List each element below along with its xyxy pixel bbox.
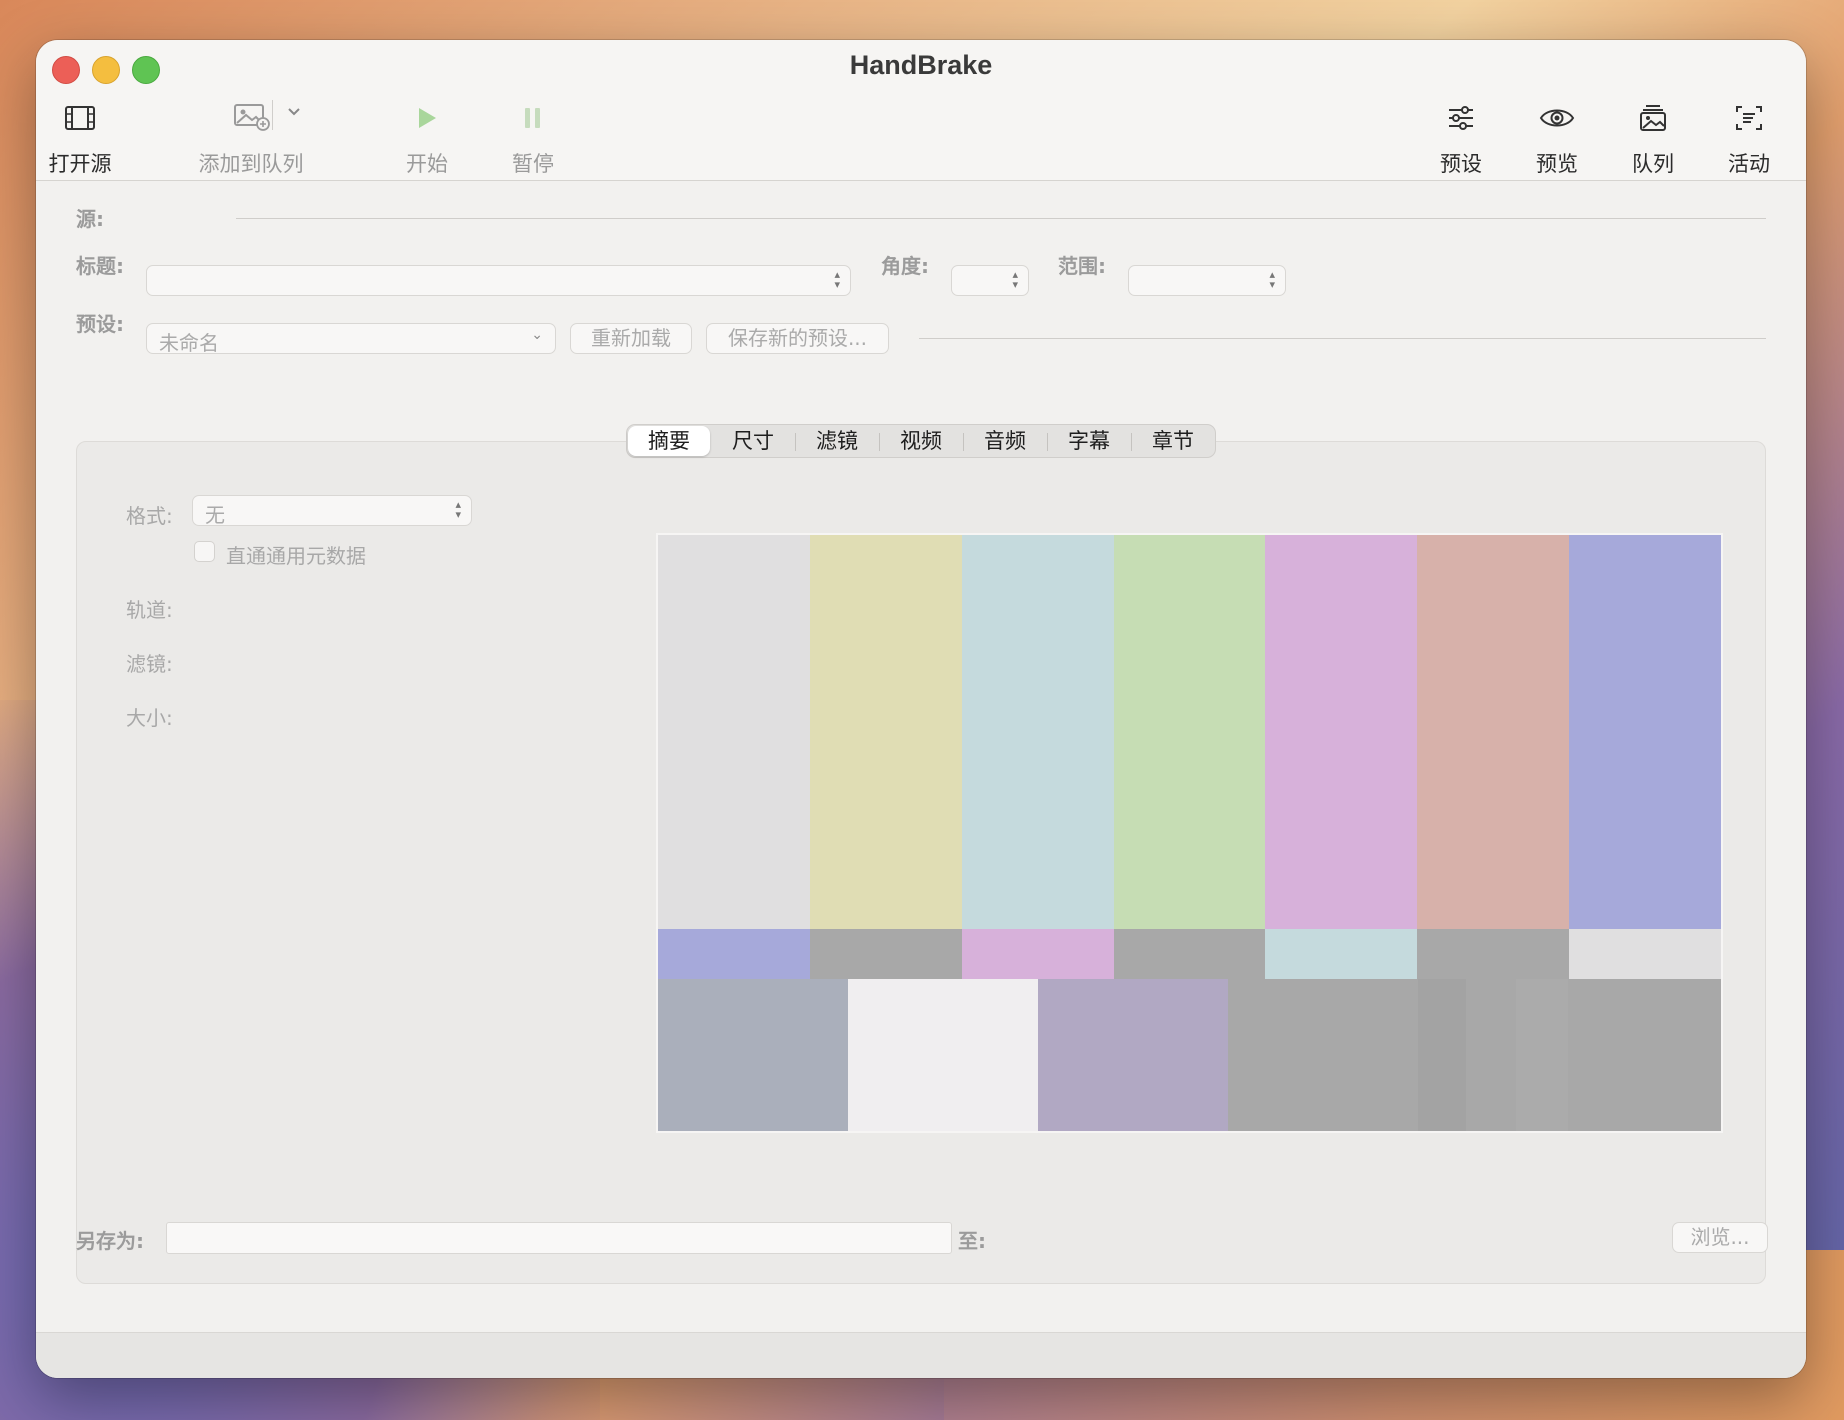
updown-arrows-icon: ▴ ▾ xyxy=(455,498,461,521)
color-bar xyxy=(810,535,962,929)
color-bar xyxy=(1568,979,1721,1131)
tab-chapters[interactable]: 章节 xyxy=(1132,425,1214,457)
play-icon xyxy=(404,98,450,138)
color-bar xyxy=(810,929,962,979)
pause-icon xyxy=(510,98,556,138)
passthru-metadata-checkbox[interactable] xyxy=(194,541,215,562)
title-bar: HandBrake 打开源 添加到队列 开始 暂停 预设 预览 队列 活动 xyxy=(36,40,1806,181)
photo-stack-icon xyxy=(1630,98,1676,138)
reload-preset-button[interactable]: 重新加载 xyxy=(570,323,692,354)
color-bar xyxy=(1417,929,1569,979)
color-bar xyxy=(1114,535,1266,929)
add-to-queue-button[interactable]: 添加到队列 xyxy=(196,98,306,178)
title-select[interactable]: ▴ ▾ xyxy=(146,265,851,296)
save-new-preset-button[interactable]: 保存新的预设... xyxy=(706,323,889,354)
color-bar xyxy=(1038,979,1228,1131)
range-label: 范围: xyxy=(1058,254,1106,278)
passthru-metadata-label: 直通通用元数据 xyxy=(226,544,366,568)
color-bar xyxy=(1417,535,1569,929)
color-bar xyxy=(658,929,810,979)
eye-icon xyxy=(1534,98,1580,138)
tab-video[interactable]: 视频 xyxy=(880,425,962,457)
color-bar xyxy=(1466,979,1516,1131)
sliders-icon xyxy=(1438,98,1484,138)
browse-button[interactable]: 浏览... xyxy=(1672,1222,1768,1253)
film-icon xyxy=(46,98,114,138)
tab-filters[interactable]: 滤镜 xyxy=(796,425,878,457)
save-as-field[interactable] xyxy=(166,1222,952,1254)
preset-select[interactable]: 未命名 ⌄ xyxy=(146,323,556,355)
open-source-button[interactable]: 打开源 xyxy=(46,98,114,178)
color-bar xyxy=(1569,535,1721,929)
color-bar xyxy=(962,535,1114,929)
color-bar xyxy=(848,979,1038,1131)
tab-audio[interactable]: 音频 xyxy=(964,425,1046,457)
activity-log-icon xyxy=(1726,98,1772,138)
source-separator xyxy=(236,218,1766,219)
filters-label: 滤镜: xyxy=(126,652,173,676)
tab-dimensions[interactable]: 尺寸 xyxy=(712,425,794,457)
tab-subtitles[interactable]: 字幕 xyxy=(1048,425,1130,457)
updown-arrows-icon: ▴ ▾ xyxy=(1269,268,1275,291)
format-select[interactable]: 无 ▴ ▾ xyxy=(192,495,472,527)
color-bar xyxy=(1228,979,1418,1131)
activity-button[interactable]: 活动 xyxy=(1726,98,1772,178)
size-label: 大小: xyxy=(126,706,173,730)
preset-label: 预设: xyxy=(76,312,124,336)
chevron-down-icon: ⌄ xyxy=(531,327,543,343)
color-bar xyxy=(658,535,810,929)
angle-label: 角度: xyxy=(881,254,929,278)
tracks-label: 轨道: xyxy=(126,598,173,622)
source-label: 源: xyxy=(76,207,104,231)
start-button[interactable]: 开始 xyxy=(404,98,450,178)
queue-button[interactable]: 队列 xyxy=(1630,98,1676,178)
format-label: 格式: xyxy=(126,504,173,528)
updown-arrows-icon: ▴ ▾ xyxy=(1012,268,1018,291)
range-select[interactable]: ▴ ▾ xyxy=(1128,265,1286,296)
status-bar xyxy=(36,1332,1806,1378)
angle-select[interactable]: ▴ ▾ xyxy=(951,265,1029,296)
preview-button[interactable]: 预览 xyxy=(1534,98,1580,178)
window-title: HandBrake xyxy=(849,50,993,80)
color-bar xyxy=(962,929,1114,979)
main-content: 源: 标题: ▴ ▾ 角度: ▴ ▾ 范围: ▴ ▾ 预设: 未命名 ⌄ 重新加载 保… xyxy=(36,181,1806,1378)
color-bar xyxy=(658,979,848,1131)
updown-arrows-icon: ▴ ▾ xyxy=(834,268,840,291)
color-bar xyxy=(1516,979,1568,1131)
color-bar xyxy=(1418,979,1466,1131)
color-bar xyxy=(1569,929,1721,979)
color-bar xyxy=(1265,535,1417,929)
pause-button[interactable]: 暂停 xyxy=(510,98,556,178)
tab-bar: 摘要 尺寸 滤镜 视频 音频 字幕 章节 xyxy=(626,424,1216,458)
preset-separator xyxy=(919,338,1766,339)
color-bar xyxy=(1114,929,1266,979)
presets-button[interactable]: 预设 xyxy=(1438,98,1484,178)
add-photo-icon xyxy=(231,101,271,135)
save-as-label: 另存为: xyxy=(76,1229,144,1253)
handbrake-window: HandBrake 打开源 添加到队列 开始 暂停 预设 预览 队列 活动 源:… xyxy=(36,40,1806,1378)
title-label: 标题: xyxy=(76,254,124,278)
to-label: 至: xyxy=(958,1229,986,1253)
tab-summary[interactable]: 摘要 xyxy=(628,426,710,456)
color-bar xyxy=(1265,929,1417,979)
chevron-down-icon[interactable] xyxy=(286,104,302,124)
preview-image xyxy=(656,533,1723,1133)
